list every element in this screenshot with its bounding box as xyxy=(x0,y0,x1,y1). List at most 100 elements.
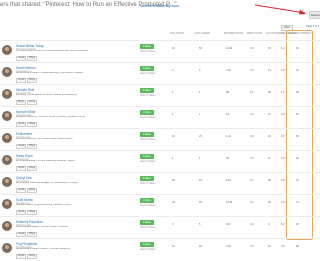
table-row: Haley Ryan @haleyryan PR & Social Media | … xyxy=(0,150,320,173)
tag[interactable]: Blogs xyxy=(27,166,38,171)
metric-value: 1.4k xyxy=(226,135,231,138)
avatar[interactable] xyxy=(2,177,12,187)
tag[interactable]: Social xyxy=(26,100,38,105)
tag[interactable]: Social xyxy=(16,122,27,127)
metric-value: 9 xyxy=(268,223,270,226)
tag[interactable]: Blogs xyxy=(27,188,38,193)
view-on-twitter-link[interactable]: View on Twitter xyxy=(140,73,156,75)
table-row: Sarah Werner @sarahwerner Social Media Str… xyxy=(0,62,320,85)
table-row: Social Media Today @socialmedia2day The Wo… xyxy=(0,40,320,63)
tag[interactable]: Social xyxy=(16,254,27,259)
tag[interactable]: Social xyxy=(16,210,27,215)
tag[interactable]: Social xyxy=(16,188,27,193)
export-button[interactable]: Export xyxy=(309,11,320,19)
tag[interactable]: Social xyxy=(16,166,27,171)
metric-value: 21 xyxy=(268,113,271,116)
top-bar: ers that shared: "Pinterest: How to Run … xyxy=(0,0,320,18)
metric-value: 2.1k xyxy=(226,179,231,182)
metric-value: 11 xyxy=(268,157,271,160)
metric-value: 13 xyxy=(268,69,271,72)
tag[interactable]: Social xyxy=(16,56,27,61)
tag-list: Social Blogs xyxy=(16,254,38,259)
tag-list: Social Blogs xyxy=(16,122,38,127)
metric-value: 4 xyxy=(199,69,201,72)
tag[interactable]: Blogs xyxy=(27,210,38,215)
metric-value: 1.2 xyxy=(281,47,285,50)
table-header: Following Followers Retweet Ratio Reply … xyxy=(0,32,320,38)
view-on-twitter-link[interactable]: View on Twitter xyxy=(140,51,156,53)
follow-button[interactable]: Follow xyxy=(140,242,154,247)
metric-value: 19 xyxy=(268,245,271,248)
view-on-twitter-link[interactable]: View on Twitter xyxy=(140,249,156,251)
metric-value: 57.8k xyxy=(226,201,233,204)
table-row: Cheryl Dee @cheryldee Social Media Marketi… xyxy=(0,172,320,195)
metric-value: 10 xyxy=(172,47,175,50)
follow-button[interactable]: Follow xyxy=(140,176,154,181)
tag[interactable]: Blogs xyxy=(27,122,38,127)
metric-value: 26 xyxy=(199,135,202,138)
view-on-twitter-link[interactable]: View on Twitter xyxy=(140,205,156,207)
follow-button[interactable]: Follow xyxy=(140,198,154,203)
avatar[interactable] xyxy=(2,67,12,77)
metric-value: 1 xyxy=(199,113,201,116)
tag[interactable]: Blogs xyxy=(27,144,38,149)
column-header[interactable]: Reply Ratio xyxy=(247,32,262,35)
metric-value: 12 xyxy=(172,245,175,248)
metric-value: 3.4k xyxy=(226,245,231,248)
metric-value: 2.5 xyxy=(250,135,254,138)
tag-list: Social Blogs xyxy=(16,144,38,149)
metric-value: 12.6k xyxy=(226,47,233,50)
follow-button[interactable]: Follow xyxy=(140,66,154,71)
view-on-twitter-link[interactable]: View on Twitter xyxy=(140,117,156,119)
metric-value: 93 xyxy=(268,47,271,50)
avatar[interactable] xyxy=(2,199,12,209)
metric-value: 42 xyxy=(296,69,299,72)
tag[interactable]: Social xyxy=(16,144,27,149)
user-bio: Social Media Manager | Content Creator |… xyxy=(16,226,69,228)
topic-link[interactable]: socialmediatoday.com xyxy=(140,3,179,8)
follow-button[interactable]: Follow xyxy=(140,110,154,115)
view-on-twitter-link[interactable]: View on Twitter xyxy=(140,183,156,185)
avatar[interactable] xyxy=(2,111,12,121)
metric-value: 88 xyxy=(226,91,229,94)
metric-value: 2.4 xyxy=(281,201,285,204)
tag[interactable]: Blogs xyxy=(27,254,38,259)
view-on-twitter-link[interactable]: View on Twitter xyxy=(140,161,156,163)
metric-value: 10 xyxy=(172,135,175,138)
metric-value: 19 xyxy=(199,179,202,182)
metric-value: 2.0 xyxy=(250,157,254,160)
avatar[interactable] xyxy=(2,89,12,99)
column-header[interactable]: Retweet Ratio xyxy=(224,32,243,35)
metric-value: 1 xyxy=(172,91,174,94)
follow-button[interactable]: Follow xyxy=(140,154,154,159)
table-row: Pinfluencer @pinfluencer Pinterest Marketi… xyxy=(0,128,320,151)
avatar[interactable] xyxy=(2,155,12,165)
view-on-twitter-link[interactable]: View on Twitter xyxy=(140,95,156,97)
tag[interactable]: Blogs xyxy=(27,232,38,237)
avatar[interactable] xyxy=(2,133,12,143)
user-bio: Social Media Strategist | Author | Pinte… xyxy=(16,248,70,250)
follow-button[interactable]: Follow xyxy=(140,88,154,93)
avatar[interactable] xyxy=(2,45,12,55)
follow-button[interactable]: Follow xyxy=(140,132,154,137)
tag[interactable]: Blogs xyxy=(16,100,26,105)
tag-list: Social Blogs xyxy=(16,210,38,215)
tag[interactable]: Blogs xyxy=(27,78,38,83)
metric-value: 40 xyxy=(268,201,271,204)
view-on-twitter-link[interactable]: View on Twitter xyxy=(140,227,156,229)
column-header[interactable]: Following xyxy=(170,32,184,35)
tag-list: Social Blogs xyxy=(16,232,38,237)
tag[interactable]: Blogs xyxy=(27,56,38,61)
follow-button[interactable]: Follow xyxy=(140,220,154,225)
view-on-twitter-link[interactable]: View on Twitter xyxy=(140,139,156,141)
metric-value: 44 xyxy=(296,179,299,182)
metric-value: 38 xyxy=(296,91,299,94)
tag[interactable]: Social xyxy=(16,232,27,237)
user-bio: Social Media Marketing Strategist | Pint… xyxy=(16,182,79,184)
column-header[interactable]: Followers xyxy=(195,32,210,35)
tag[interactable]: Social xyxy=(16,78,27,83)
metric-value: 4.8 xyxy=(250,47,254,50)
follow-button[interactable]: Follow xyxy=(140,44,154,49)
avatar[interactable] xyxy=(2,221,12,231)
avatar[interactable] xyxy=(2,243,12,253)
